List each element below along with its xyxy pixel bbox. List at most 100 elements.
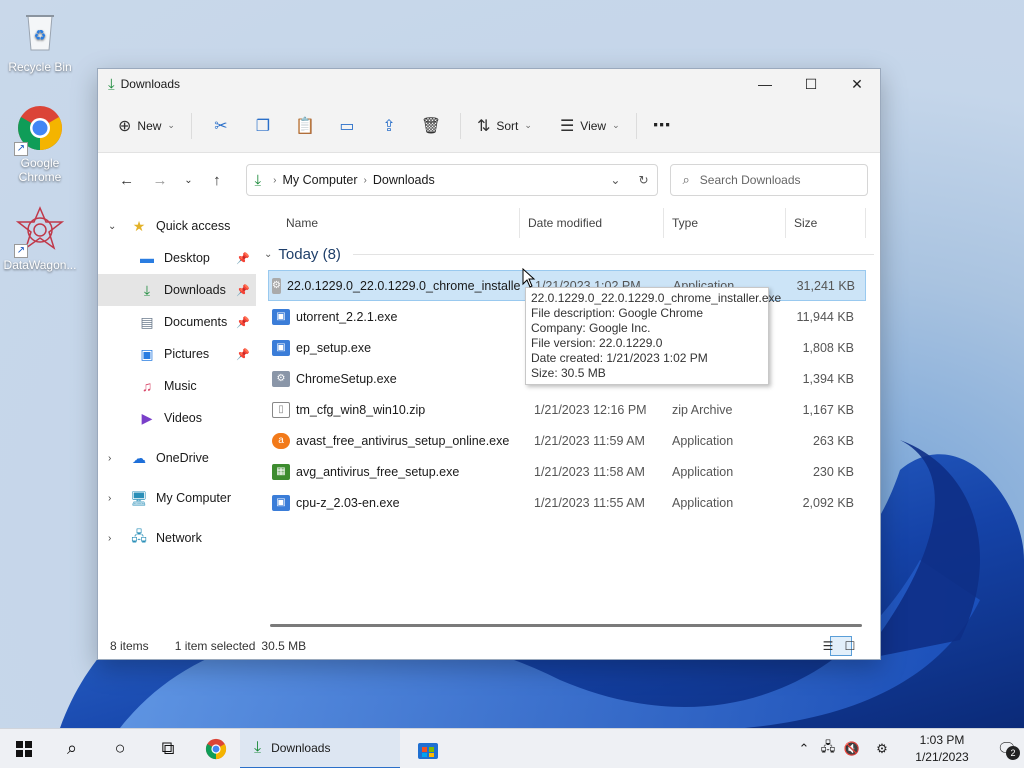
column-header-date[interactable]: Date modified [520,208,664,238]
clock[interactable]: 1:03 PM 1/21/2023 [902,732,982,766]
sidebar-item-my-computer[interactable]: › 🖥 My Computer [98,482,256,514]
clock-time: 1:03 PM [919,732,965,747]
address-history-chevron-icon[interactable]: ⌄ [610,173,620,187]
tooltip-line: Date created: 1/21/2023 1:02 PM [531,351,708,365]
download-arrow-icon: ⤓ [254,171,262,189]
volume-muted-icon[interactable]: 🔇 [840,741,864,757]
file-size: 1,167 KB [802,402,854,417]
desktop-icon-google-chrome[interactable]: ↗ Google Chrome [0,104,80,184]
close-button[interactable]: ✕ [834,69,880,99]
new-button[interactable]: ⊕ New ⌄ [110,110,183,142]
recycle-bin-icon: ♻ [16,8,64,56]
delete-button[interactable]: 🗑 [410,110,452,142]
sidebar-item-music[interactable]: ♫ Music [98,370,256,402]
windows-logo-icon [16,740,32,757]
chrome-icon: ↗ [14,104,64,156]
svg-text:♻: ♻ [34,27,47,43]
tooltip-line: File version: 22.0.1229.0 [531,336,663,350]
clipboard-icon: 📋 [295,117,315,135]
chevron-right-icon[interactable]: › [108,493,128,504]
download-arrow-icon: ⤓ [254,738,262,756]
paste-button[interactable]: 📋 [284,110,326,142]
table-row[interactable]: ▦ avg_antivirus_free_setup.exe 1/21/2023 … [256,456,880,487]
taskbar-app-label: Downloads [271,740,331,755]
sidebar-item-documents[interactable]: ▤ Documents 📌 [98,306,256,338]
sidebar-item-label: Music [164,379,197,393]
file-date: 1/21/2023 11:59 AM [534,433,645,448]
breadcrumb-my-computer[interactable]: My Computer [282,173,357,187]
taskbar-store-button[interactable] [404,729,452,768]
sidebar-item-onedrive[interactable]: › ☁ OneDrive [98,442,256,474]
forward-button[interactable]: → [143,165,176,195]
computer-icon: 🖥 [130,489,148,506]
column-header-name[interactable]: Name [256,208,520,238]
chevron-down-icon[interactable]: ⌄ [108,221,128,232]
back-button[interactable]: ← [110,165,143,195]
column-header-type[interactable]: Type [664,208,786,238]
view-button[interactable]: ☰ View ⌄ [552,110,628,142]
sidebar-item-label: My Computer [156,491,232,505]
file-size: 230 KB [812,464,854,479]
chevron-right-icon[interactable]: › [108,453,128,464]
selection-size: 30.5 MB [261,639,307,653]
exe-icon: ▣ [272,339,290,356]
view-label: View [580,118,607,133]
taskbar-downloads-window[interactable]: ⤓ Downloads [240,728,400,768]
sidebar-item-pictures[interactable]: ▣ Pictures 📌 [98,338,256,370]
file-size: 1,808 KB [802,340,854,355]
sort-button[interactable]: ⇅ Sort ⌄ [469,110,540,142]
minimize-button[interactable]: — [742,69,788,99]
share-button[interactable]: ⇪ [368,110,410,142]
taskbar-chrome-button[interactable] [192,729,240,768]
title-bar[interactable]: ⤓ Downloads — ☐ ✕ [98,69,880,99]
rename-button[interactable]: ▭ [326,110,368,142]
refresh-icon[interactable]: ↻ [638,173,648,187]
sidebar-item-label: Network [156,531,202,545]
cortana-button[interactable]: ○ [96,729,144,768]
table-row[interactable]: a avast_free_antivirus_setup_online.exe 1… [256,425,880,456]
task-view-button[interactable]: ⧉ [144,729,192,768]
sidebar-item-quick-access[interactable]: ⌄ ★ Quick access [98,210,256,242]
column-header-size[interactable]: Size [786,208,866,238]
sidebar-item-videos[interactable]: ▶ Videos [98,402,256,434]
selection-count: 1 item selected [174,639,256,653]
sidebar-item-label: Videos [164,411,202,425]
sidebar-item-network[interactable]: › 🖧 Network [98,522,256,554]
address-bar[interactable]: ⤓ › My Computer › Downloads ⌄ ↻ [245,164,658,196]
table-row[interactable]: ▣ cpu-z_2.03-en.exe 1/21/2023 11:55 AM Ap… [256,487,880,518]
up-button[interactable]: ↑ [200,165,233,195]
network-status-icon[interactable]: 🖧 [816,738,840,760]
copy-button[interactable]: ❐ [242,110,284,142]
search-input[interactable]: ⌕ Search Downloads [669,164,868,196]
breadcrumb-downloads[interactable]: Downloads [373,173,435,187]
toolbar-divider [635,112,637,139]
maximize-button[interactable]: ☐ [788,69,834,99]
downloads-icon: ⤓ [143,281,151,298]
group-header-today[interactable]: ⌄ Today (8) [256,238,880,270]
sidebar-item-downloads[interactable]: ⤓ Downloads 📌 [98,274,256,306]
search-button[interactable]: ⌕ [48,729,96,768]
file-name: cpu-z_2.03-en.exe [296,495,400,510]
download-arrow-icon: ⤓ [108,75,115,93]
table-row[interactable]: ▯ tm_cfg_win8_win10.zip 1/21/2023 12:16 P… [256,394,880,425]
file-info-tooltip: 22.0.1229.0_22.0.1229.0_chrome_installer… [525,287,781,385]
start-button[interactable] [0,729,48,768]
desktop-icon-recycle-bin[interactable]: ♻ Recycle Bin [0,8,80,74]
large-icons-view-button[interactable]: ☐ [845,636,874,656]
sidebar-item-label: Pictures [164,347,210,361]
more-options-button[interactable]: ⋯ [645,110,679,142]
desktop-icon-label: DataWagon... [3,258,77,272]
horizontal-scrollbar[interactable] [270,624,862,627]
sidebar-item-desktop[interactable]: ▬ Desktop 📌 [98,242,256,274]
sidebar-item-label: Documents [164,315,228,329]
notification-center-button[interactable]: 🗨 2 [990,729,1024,768]
status-bar: 8 items 1 item selected 30.5 MB ☰ ☐ [98,633,880,659]
cut-button[interactable]: ✂ [200,110,242,142]
chevron-down-icon: ⌄ [264,248,273,260]
show-hidden-icons-chevron-icon[interactable]: ⌃ [792,741,816,757]
recent-locations-button[interactable]: ⌄ [177,165,201,195]
settings-gear-icon[interactable]: ⚙ [870,741,894,757]
desktop-icon-datawagon[interactable]: ↗ DataWagon... [0,206,80,272]
system-tray: ⌃ 🖧 🔇 ⚙ 1:03 PM 1/21/2023 🗨 2 [792,729,1024,768]
chevron-right-icon[interactable]: › [108,533,128,544]
